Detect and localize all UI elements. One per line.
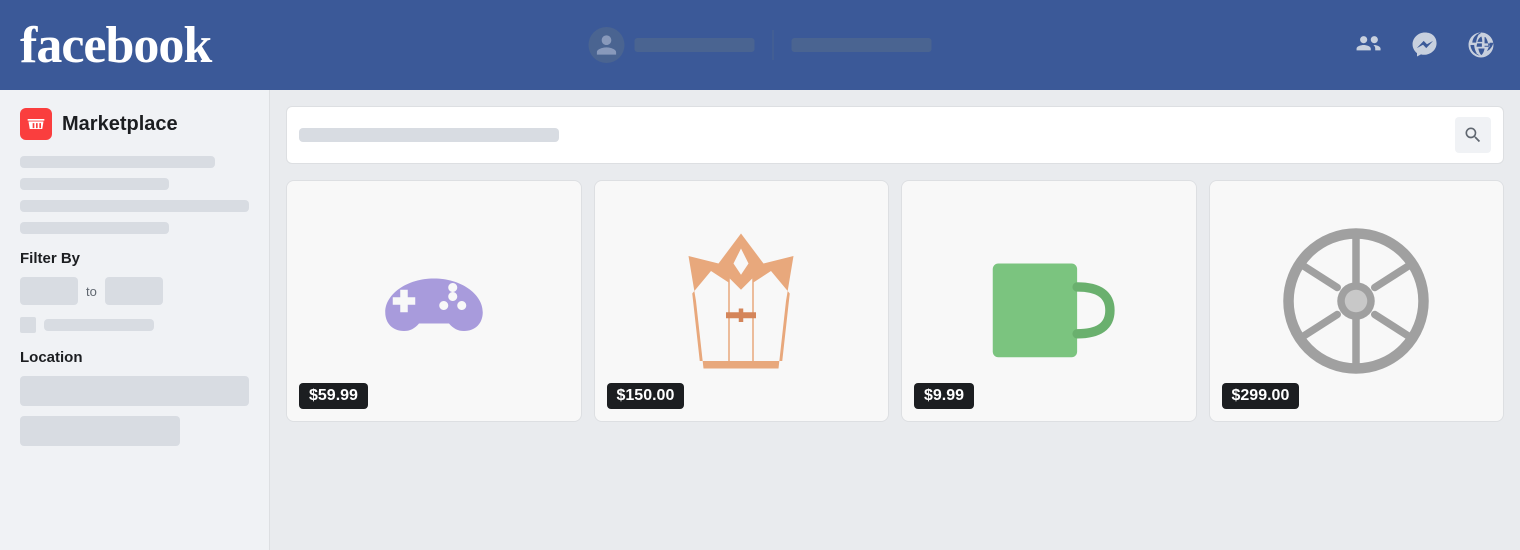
skeleton-line xyxy=(20,222,169,234)
product-card[interactable]: $59.99 xyxy=(286,180,582,422)
location-label: Location xyxy=(20,349,249,366)
skeleton-line xyxy=(20,178,169,190)
filter-checkbox-label-text xyxy=(44,319,154,331)
messenger-icon[interactable] xyxy=(1406,26,1444,64)
header-search-placeholder xyxy=(792,38,932,52)
avatar[interactable] xyxy=(589,27,625,63)
price-badge: $9.99 xyxy=(914,383,974,409)
main-layout: Marketplace Filter By to Location xyxy=(0,90,1520,550)
sidebar-title: Marketplace xyxy=(20,108,249,140)
price-badge: $59.99 xyxy=(299,383,368,409)
price-badge: $299.00 xyxy=(1222,383,1300,409)
price-min-input[interactable] xyxy=(20,277,78,305)
search-bar xyxy=(286,106,1504,164)
header-right-icons xyxy=(1350,26,1500,64)
header-divider xyxy=(773,30,774,60)
product-card[interactable]: $9.99 xyxy=(901,180,1197,422)
user-name-placeholder xyxy=(635,38,755,52)
location-input-2[interactable] xyxy=(20,416,180,446)
main-content: $59.99 $150.00 xyxy=(270,90,1520,550)
friends-icon[interactable] xyxy=(1350,26,1388,64)
product-grid: $59.99 $150.00 xyxy=(286,180,1504,422)
filter-checkbox[interactable] xyxy=(20,317,36,333)
skeleton-line xyxy=(20,200,249,212)
filter-to-label: to xyxy=(86,284,97,299)
skeleton-line xyxy=(20,156,215,168)
search-button[interactable] xyxy=(1455,117,1491,153)
price-badge: $150.00 xyxy=(607,383,685,409)
product-card[interactable]: $150.00 xyxy=(594,180,890,422)
marketplace-icon xyxy=(20,108,52,140)
location-input[interactable] xyxy=(20,376,249,406)
facebook-logo[interactable]: facebook xyxy=(20,16,211,75)
search-input-placeholder xyxy=(299,128,559,142)
header: facebook xyxy=(0,0,1520,90)
price-filter-row: to xyxy=(20,277,249,305)
sidebar: Marketplace Filter By to Location xyxy=(0,90,270,550)
globe-icon[interactable] xyxy=(1462,26,1500,64)
filter-by-label: Filter By xyxy=(20,250,249,267)
price-max-input[interactable] xyxy=(105,277,163,305)
filter-checkbox-row xyxy=(20,317,249,333)
product-card[interactable]: $299.00 xyxy=(1209,180,1505,422)
header-center xyxy=(589,27,932,63)
